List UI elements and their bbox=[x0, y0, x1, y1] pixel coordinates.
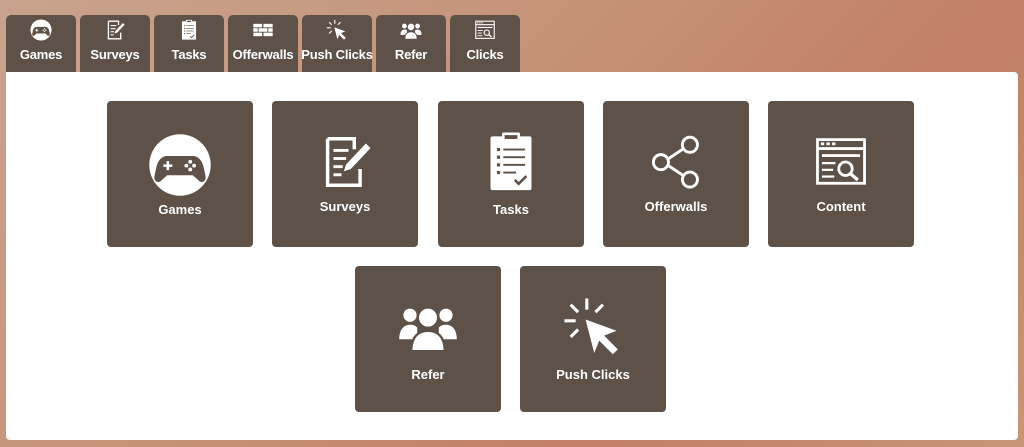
card-label: Offerwalls bbox=[644, 199, 708, 214]
browser-search-icon bbox=[474, 19, 496, 41]
card-label: Games bbox=[158, 202, 202, 217]
category-tabbar: Games Surveys Tasks Offerwalls Push Clic… bbox=[6, 15, 520, 73]
cursor-click-icon bbox=[326, 19, 348, 41]
tab-clicks[interactable]: Clicks bbox=[450, 15, 520, 73]
group-icon bbox=[396, 296, 460, 356]
tab-refer[interactable]: Refer bbox=[376, 15, 446, 73]
survey-icon bbox=[104, 19, 126, 41]
survey-icon bbox=[316, 133, 374, 191]
cursor-click-icon bbox=[562, 296, 624, 358]
tab-label: Surveys bbox=[90, 47, 140, 62]
card-content[interactable]: Content bbox=[768, 101, 914, 247]
card-games[interactable]: Games bbox=[107, 101, 253, 247]
wall-icon bbox=[252, 19, 274, 41]
clipboard-icon bbox=[479, 129, 543, 195]
gamepad-icon bbox=[30, 19, 52, 41]
card-label: Push Clicks bbox=[556, 367, 630, 382]
browser-search-icon bbox=[812, 134, 870, 190]
card-label: Content bbox=[816, 199, 866, 214]
category-panel: Games Surveys Tasks Offerwalls Content R… bbox=[6, 72, 1018, 440]
clipboard-icon bbox=[178, 19, 200, 41]
tab-label: Push Clicks bbox=[301, 47, 373, 62]
card-label: Surveys bbox=[319, 199, 371, 214]
tab-offerwalls[interactable]: Offerwalls bbox=[228, 15, 298, 73]
tab-games[interactable]: Games bbox=[6, 15, 76, 73]
card-surveys[interactable]: Surveys bbox=[272, 101, 418, 247]
group-icon bbox=[400, 19, 422, 41]
share-nodes-icon bbox=[647, 132, 705, 190]
card-offerwalls[interactable]: Offerwalls bbox=[603, 101, 749, 247]
tab-push-clicks[interactable]: Push Clicks bbox=[301, 15, 373, 73]
tab-tasks[interactable]: Tasks bbox=[154, 15, 224, 73]
card-label: Refer bbox=[411, 367, 445, 382]
card-tasks[interactable]: Tasks bbox=[438, 101, 584, 247]
gamepad-icon bbox=[148, 133, 212, 197]
tab-label: Clicks bbox=[466, 47, 504, 62]
card-refer[interactable]: Refer bbox=[355, 266, 501, 412]
tab-label: Tasks bbox=[171, 47, 207, 62]
tab-surveys[interactable]: Surveys bbox=[80, 15, 150, 73]
tab-label: Games bbox=[19, 47, 63, 62]
card-push-clicks[interactable]: Push Clicks bbox=[520, 266, 666, 412]
card-label: Tasks bbox=[493, 202, 529, 217]
tab-label: Refer bbox=[394, 47, 428, 62]
tab-label: Offerwalls bbox=[232, 47, 294, 62]
